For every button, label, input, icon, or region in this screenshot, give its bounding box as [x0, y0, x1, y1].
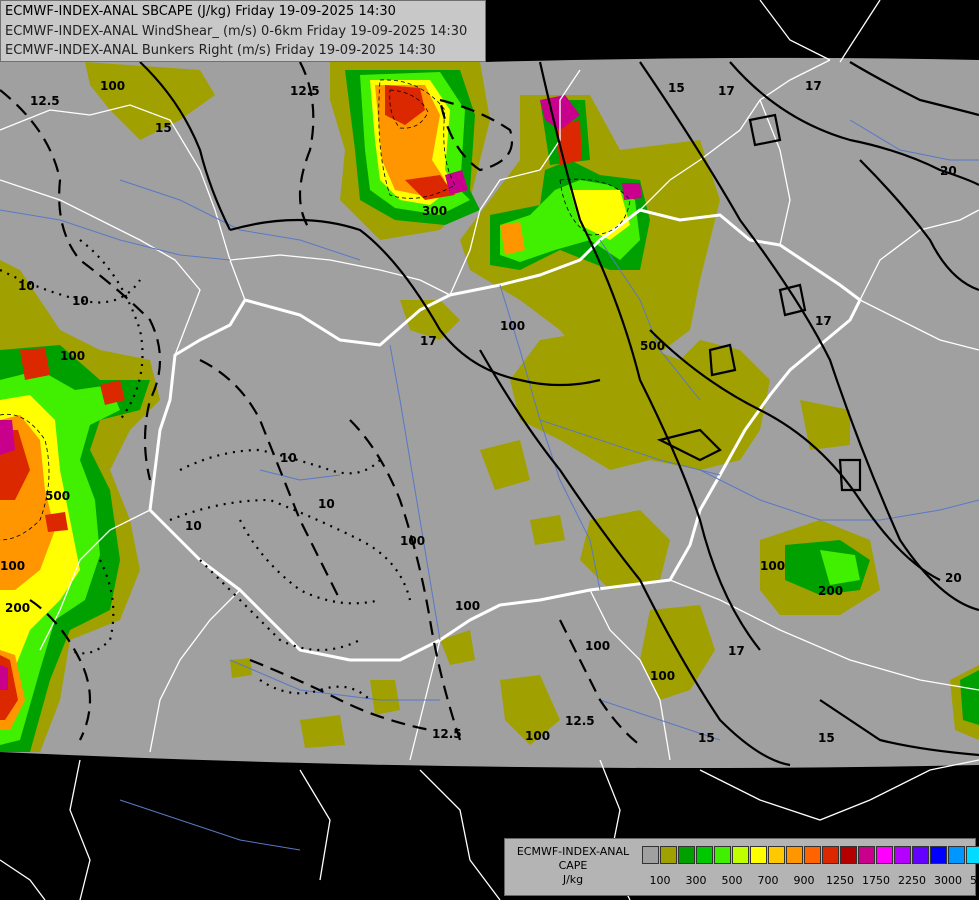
legend-tick-label: 900	[793, 874, 815, 887]
header-line-windshear: ECMWF-INDEX-ANAL WindShear_ (m/s) 0-6km …	[5, 24, 468, 39]
legend-tick-label: 700	[757, 874, 779, 887]
legend-swatch	[732, 846, 749, 864]
cape-label: 100	[585, 639, 610, 653]
map-header: ECMWF-INDEX-ANAL SBCAPE (J/kg) Friday 19…	[0, 0, 486, 62]
legend-swatch	[714, 846, 731, 864]
shear-label: 17	[728, 644, 745, 658]
legend-swatches	[642, 846, 979, 866]
cape-label: 100	[0, 559, 25, 573]
cape-legend: ECMWF-INDEX-ANAL CAPE J/kg 100 300 500 700 9…	[504, 838, 979, 896]
shear-label: 17	[815, 314, 832, 328]
bunkers-label: 10	[280, 451, 297, 465]
cape-label: 100	[760, 559, 785, 573]
weather-map: 100 100 100 100 100 100 100 100 100 100 …	[0, 0, 979, 900]
legend-swatch	[678, 846, 695, 864]
legend-tick-label: 500	[721, 874, 743, 887]
legend-tick-label: 2250	[898, 874, 926, 887]
legend-swatch	[858, 846, 875, 864]
cape-label: 300	[422, 204, 447, 218]
legend-tick-label: 300	[685, 874, 707, 887]
legend-swatch	[822, 846, 839, 864]
shear-label: 15	[668, 81, 685, 95]
cape-label: 100	[100, 79, 125, 93]
legend-title-line: CAPE	[558, 859, 588, 872]
legend-title-line: ECMWF-INDEX-ANAL	[516, 845, 630, 858]
bunkers-label: 10	[318, 497, 335, 511]
shear-label: 12.5	[30, 94, 60, 108]
legend-swatch	[696, 846, 713, 864]
header-line-sbcape: ECMWF-INDEX-ANAL SBCAPE (J/kg) Friday 19…	[5, 4, 396, 19]
shear-label: 17	[718, 84, 735, 98]
legend-title-line: J/kg	[562, 873, 584, 886]
legend-swatch	[930, 846, 947, 864]
legend-title: ECMWF-INDEX-ANAL CAPE J/kg	[509, 845, 637, 887]
legend-swatch	[642, 846, 659, 864]
legend-swatch	[948, 846, 965, 864]
shear-label: 15	[818, 731, 835, 745]
cape-label: 100	[525, 729, 550, 743]
legend-tick-label: 1750	[862, 874, 890, 887]
shear-label: 12.5	[432, 727, 462, 741]
header-line-bunkers: ECMWF-INDEX-ANAL Bunkers Right (m/s) Fri…	[5, 43, 436, 58]
cape-label: 200	[5, 601, 30, 615]
legend-swatch	[768, 846, 785, 864]
legend-swatch	[840, 846, 857, 864]
legend-tick-label: 100	[649, 874, 671, 887]
bunkers-label: 10	[185, 519, 202, 533]
cape-label: 200	[818, 584, 843, 598]
cape-label: 100	[60, 349, 85, 363]
shear-label: 15	[698, 731, 715, 745]
legend-swatch	[912, 846, 929, 864]
cape-label: 100	[400, 534, 425, 548]
legend-swatch	[966, 846, 979, 864]
bunkers-label: 10	[72, 294, 89, 308]
legend-swatch	[750, 846, 767, 864]
cape-label: 100	[455, 599, 480, 613]
shear-label: 12.5	[565, 714, 595, 728]
shear-label: 20	[945, 571, 962, 585]
shear-label: 12.5	[290, 84, 320, 98]
bunkers-label: 10	[18, 279, 35, 293]
legend-tick-label: 1250	[826, 874, 854, 887]
legend-swatch	[660, 846, 677, 864]
legend-swatch	[876, 846, 893, 864]
shear-label: 15	[155, 121, 172, 135]
shear-label: 17	[805, 79, 822, 93]
cape-label: 500	[45, 489, 70, 503]
legend-ticks: 100 300 500 700 900 1250 1750 2250 3000 5000	[642, 874, 979, 888]
legend-tick-label: 5000	[970, 874, 979, 887]
legend-swatch	[804, 846, 821, 864]
legend-swatch	[894, 846, 911, 864]
shear-label: 17	[420, 334, 437, 348]
cape-label: 100	[500, 319, 525, 333]
legend-swatch	[786, 846, 803, 864]
legend-tick-label: 3000	[934, 874, 962, 887]
shear-label: 20	[940, 164, 957, 178]
cape-label: 100	[650, 669, 675, 683]
cape-label: 500	[640, 339, 665, 353]
